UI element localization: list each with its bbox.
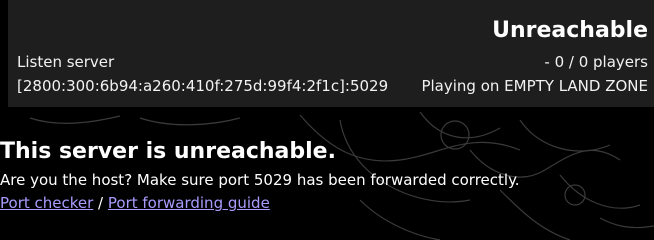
port-forwarding-guide-link[interactable]: Port forwarding guide xyxy=(108,194,270,212)
player-count: - 0 / 0 players xyxy=(544,53,648,71)
current-map: Playing on EMPTY LAND ZONE xyxy=(421,77,648,95)
port-forward-message: Are you the host? Make sure port 5029 ha… xyxy=(0,171,520,189)
port-checker-link[interactable]: Port checker xyxy=(0,194,93,212)
server-status-title: Unreachable xyxy=(492,18,648,43)
server-info-card: Unreachable Listen server [2800:300:6b94… xyxy=(8,0,654,107)
unreachable-heading: This server is unreachable. xyxy=(0,139,336,164)
help-links: Port checker / Port forwarding guide xyxy=(0,193,270,214)
server-address: [2800:300:6b94:a260:410f:275d:99f4:2f1c]… xyxy=(17,77,389,95)
server-type: Listen server xyxy=(17,53,115,71)
link-separator: / xyxy=(93,194,108,212)
